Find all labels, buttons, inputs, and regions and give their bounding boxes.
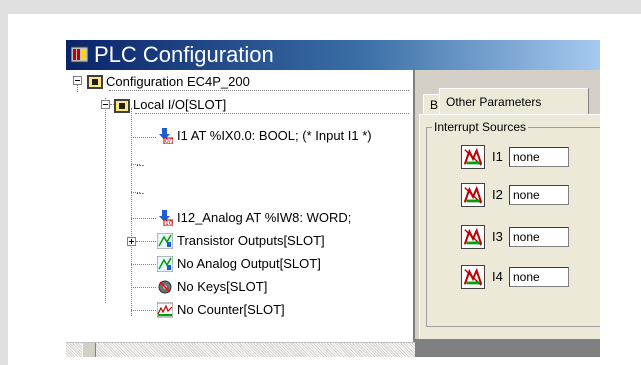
- tree-horizontal-scrollbar[interactable]: [66, 342, 415, 357]
- interrupt-sources-group: Interrupt Sources I1 none I2 none I3 non…: [426, 120, 600, 327]
- pane-bottom-edge: [415, 339, 600, 357]
- interrupt-source-select[interactable]: none: [509, 227, 569, 247]
- digital-input-icon: 0/1: [159, 128, 173, 144]
- tab-other-parameters[interactable]: Other Parameters: [439, 88, 589, 114]
- analog-input-icon: 10: [159, 210, 173, 226]
- svg-text:0/1: 0/1: [165, 138, 173, 144]
- interrupt-icon: [461, 183, 485, 207]
- interrupt-source-select[interactable]: none: [509, 185, 569, 205]
- keys-icon: [158, 280, 172, 294]
- tree-connector: [131, 137, 156, 138]
- left-margin: [0, 14, 8, 365]
- transistor-output-icon: [157, 233, 173, 249]
- configuration-tree[interactable]: Configuration EC4P_200 Local I/O[SLOT] 0…: [66, 70, 415, 357]
- interrupt-icon: [461, 225, 485, 249]
- tree-connector: [105, 98, 106, 303]
- top-margin: [0, 0, 641, 14]
- interrupt-label: I2: [492, 187, 503, 202]
- tree-node-label: No Analog Output[SLOT]: [177, 256, 321, 271]
- parameters-pane: B Other Parameters Interrupt Sources I1: [415, 70, 600, 357]
- analog-output-icon: [157, 256, 173, 272]
- interrupt-icon: [461, 145, 485, 169]
- io-module-icon: [114, 99, 130, 113]
- collapse-local-io-icon[interactable]: [101, 100, 110, 109]
- tree-node-label: I1 AT %IX0.0: BOOL; (* Input I1 *): [177, 128, 372, 143]
- plc-configuration-window: PLC Configuration Configuration EC4P_200: [66, 40, 600, 357]
- screenshot-frame: PLC Configuration Configuration EC4P_200: [0, 0, 641, 365]
- interrupt-sources-title: Interrupt Sources: [432, 120, 529, 134]
- tree-node-label: I12_Analog AT %IW8: WORD;: [177, 210, 352, 225]
- svg-text:10: 10: [165, 220, 173, 226]
- configuration-icon: [87, 75, 103, 89]
- tree-connector: [131, 310, 156, 311]
- interrupt-label: I3: [492, 229, 503, 244]
- tree-connector: [77, 84, 78, 92]
- collapse-root-icon[interactable]: [73, 76, 82, 85]
- tree-node-label: Configuration EC4P_200: [106, 74, 250, 89]
- interrupt-label: I4: [492, 269, 503, 284]
- interrupt-source-select[interactable]: none: [509, 267, 569, 287]
- window-title: PLC Configuration: [94, 42, 274, 67]
- tab-page-other-parameters: Interrupt Sources I1 none I2 none I3 non…: [419, 114, 600, 340]
- tree-connector: [131, 218, 156, 219]
- tree-connector: [131, 108, 132, 316]
- scrollbar-thumb[interactable]: [82, 343, 96, 357]
- tree-node-label: Transistor Outputs[SLOT]: [177, 233, 325, 248]
- interrupt-icon: [461, 265, 485, 289]
- interrupt-source-select[interactable]: none: [509, 147, 569, 167]
- counter-icon: [157, 302, 173, 318]
- tree-node-label: No Counter[SLOT]: [177, 302, 285, 317]
- tree-node-label: Local I/O[SLOT]: [133, 97, 227, 112]
- tree-connector: [131, 264, 156, 265]
- tree-connector: [131, 287, 156, 288]
- title-bar[interactable]: PLC Configuration: [66, 40, 600, 70]
- tree-connector: [136, 241, 156, 242]
- plc-config-app-icon: [71, 46, 88, 63]
- tree-node-label: No Keys[SLOT]: [177, 279, 268, 294]
- interrupt-label: I1: [492, 149, 503, 164]
- expand-transistor-outputs-icon[interactable]: [127, 237, 136, 246]
